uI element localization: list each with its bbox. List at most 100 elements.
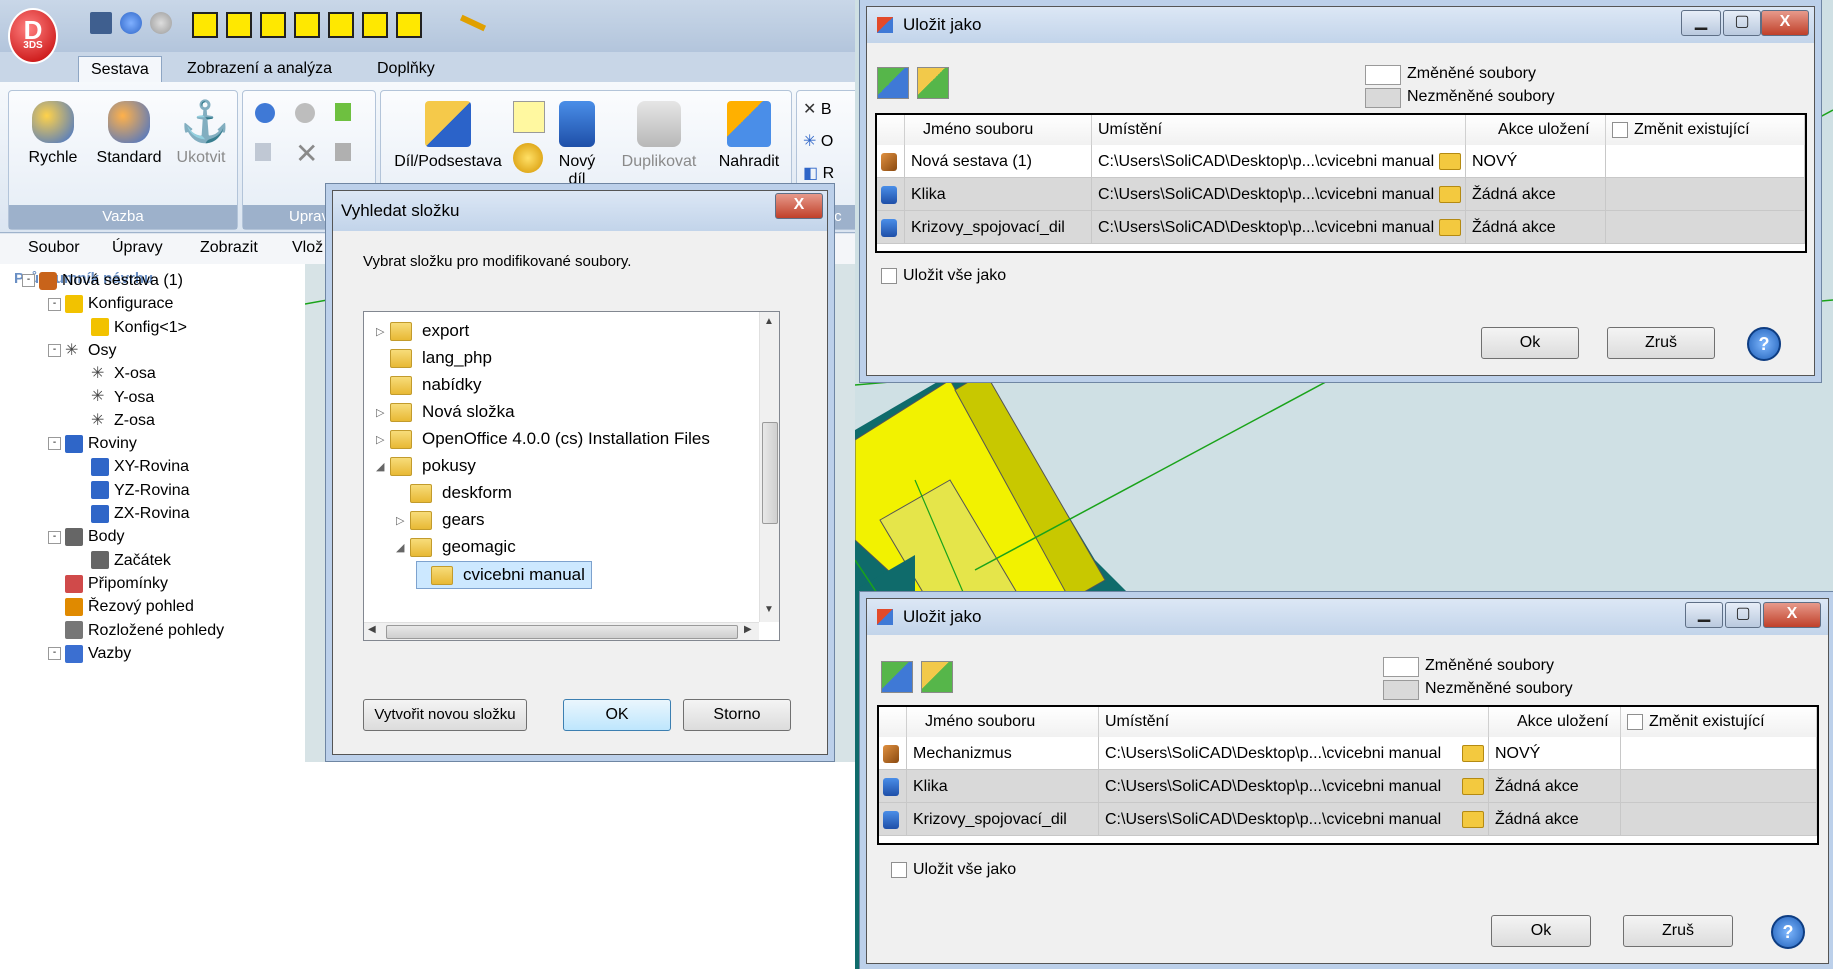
tree-item[interactable]: - Body <box>48 526 124 548</box>
view-cube-icon[interactable] <box>396 12 422 38</box>
measure-icon[interactable] <box>459 14 487 32</box>
column-header-action[interactable]: Akce uložení <box>1489 707 1621 737</box>
menu-soubor[interactable]: Soubor <box>28 239 80 257</box>
app-logo[interactable]: D 3DS <box>8 8 58 64</box>
tree-item[interactable]: ✳ X-osa <box>74 363 156 385</box>
maximize-button[interactable]: ▢ <box>1725 602 1761 628</box>
minimize-button[interactable]: ▁ <box>1685 602 1723 628</box>
file-name-cell[interactable]: Krizovy_spojovací_dil <box>907 803 1099 836</box>
scroll-right-icon[interactable]: ▶ <box>744 624 752 635</box>
ok-button[interactable]: Ok <box>1491 915 1591 947</box>
gear-icon[interactable] <box>513 143 543 173</box>
ribbon-fragment[interactable]: ✕ B <box>803 99 832 119</box>
collapse-toggle-icon[interactable]: - <box>48 647 61 661</box>
folder-item[interactable]: nabídky <box>376 372 482 398</box>
view-cube-icon[interactable] <box>294 12 320 38</box>
collapse-toggle-icon[interactable]: - <box>48 437 61 451</box>
folder-item[interactable]: ▷ export <box>376 318 469 344</box>
replace-button[interactable]: Nahradit <box>711 101 787 171</box>
save-action-cell[interactable]: Žádná akce <box>1489 770 1621 803</box>
expand-arrow-icon[interactable]: ◢ <box>376 454 390 480</box>
ribbon-fragment[interactable]: ◧ R <box>803 163 834 183</box>
tree-item[interactable]: - Roviny <box>48 433 137 455</box>
scroll-up-icon[interactable]: ▲ <box>764 316 774 327</box>
save-all-checkbox[interactable] <box>891 861 907 878</box>
collapse-icon[interactable] <box>921 661 953 693</box>
save-icon[interactable] <box>90 12 112 34</box>
save-action-cell[interactable]: NOVÝ <box>1466 145 1606 178</box>
table-row[interactable]: Krizovy_spojovací_dil C:\Users\SoliCAD\De… <box>877 211 1805 244</box>
table-row[interactable]: Mechanizmus C:\Users\SoliCAD\Desktop\p...… <box>879 737 1817 770</box>
tree-item[interactable]: - Vazby <box>48 643 131 665</box>
folder-item[interactable]: ▷ OpenOffice 4.0.0 (cs) Installation File… <box>376 426 710 452</box>
location-cell[interactable]: C:\Users\SoliCAD\Desktop\p...\cvicebni m… <box>1092 178 1466 211</box>
expand-arrow-icon[interactable]: ▷ <box>396 508 410 534</box>
file-name-cell[interactable]: Klika <box>905 178 1092 211</box>
column-header-location[interactable]: Umístění <box>1092 115 1466 145</box>
ok-button[interactable]: OK <box>563 699 671 731</box>
folder-item[interactable]: ◢ pokusy <box>376 453 476 479</box>
collapse-toggle-icon[interactable]: - <box>22 274 35 288</box>
vertical-scrollbar[interactable]: ▲ ▼ <box>759 312 779 622</box>
collapse-icon[interactable] <box>917 67 949 99</box>
location-cell[interactable]: C:\Users\SoliCAD\Desktop\p...\cvicebni m… <box>1099 803 1489 836</box>
tree-item[interactable]: Začátek <box>74 550 171 572</box>
save-action-cell[interactable]: Žádná akce <box>1489 803 1621 836</box>
collapse-toggle-icon[interactable]: - <box>48 297 61 311</box>
ribbon-fragment[interactable]: ✳ O <box>803 131 833 151</box>
tree-item[interactable]: Připomínky <box>48 573 168 595</box>
folder-item[interactable]: ▷ Nová složka <box>376 399 515 425</box>
location-cell[interactable]: C:\Users\SoliCAD\Desktop\p...\cvicebni m… <box>1099 737 1489 770</box>
new-part-button[interactable]: Nový díl <box>549 101 605 189</box>
tab-sestava[interactable]: Sestava <box>78 56 162 83</box>
table-row[interactable]: Klika C:\Users\SoliCAD\Desktop\p...\cvice… <box>877 178 1805 211</box>
column-header-name[interactable]: Jméno souboru <box>907 707 1099 737</box>
save-action-cell[interactable]: NOVÝ <box>1489 737 1621 770</box>
standard-constraint-button[interactable]: Standard <box>89 101 169 167</box>
scroll-down-icon[interactable]: ▼ <box>764 604 774 615</box>
tree-item[interactable]: YZ-Rovina <box>74 480 190 502</box>
new-folder-button[interactable]: Vytvořit novou složku <box>363 699 527 731</box>
expand-arrow-icon[interactable]: ▷ <box>376 319 390 345</box>
scroll-left-icon[interactable]: ◀ <box>368 624 376 635</box>
column-header-action[interactable]: Akce uložení <box>1466 115 1606 145</box>
collapse-toggle-icon[interactable]: - <box>48 344 61 358</box>
expand-arrow-icon[interactable]: ◢ <box>396 535 410 561</box>
save-all-checkbox[interactable] <box>881 267 897 284</box>
location-cell[interactable]: C:\Users\SoliCAD\Desktop\p...\cvicebni m… <box>1092 145 1466 178</box>
view-cube-icon[interactable] <box>226 12 252 38</box>
minimize-button[interactable]: ▁ <box>1681 10 1721 36</box>
browse-folder-icon[interactable] <box>1462 778 1484 795</box>
tree-item[interactable]: Rozložené pohledy <box>48 620 224 642</box>
tree-item[interactable]: XY-Rovina <box>74 456 189 478</box>
browse-folder-icon[interactable] <box>1462 811 1484 828</box>
tree-item[interactable]: - Nová sestava (1) <box>22 270 183 292</box>
column-header-name[interactable]: Jméno souboru <box>905 115 1092 145</box>
cancel-button[interactable]: Zruš <box>1623 915 1733 947</box>
column-header-overwrite[interactable]: Změnit existující <box>1621 707 1817 737</box>
file-name-cell[interactable]: Mechanizmus <box>907 737 1099 770</box>
location-cell[interactable]: C:\Users\SoliCAD\Desktop\p...\cvicebni m… <box>1092 211 1466 244</box>
column-header-overwrite[interactable]: Změnit existující <box>1606 115 1805 145</box>
save-action-cell[interactable]: Žádná akce <box>1466 178 1606 211</box>
tree-item[interactable]: Řezový pohled <box>48 596 194 618</box>
close-button[interactable]: X <box>775 193 823 219</box>
delete-icon[interactable]: ✕ <box>295 137 318 170</box>
expand-arrow-icon[interactable]: ▷ <box>376 427 390 453</box>
cancel-button[interactable]: Zruš <box>1607 327 1715 359</box>
save-action-cell[interactable]: Žádná akce <box>1466 211 1606 244</box>
menu-upravy[interactable]: Úpravy <box>112 239 163 257</box>
expand-arrow-icon[interactable]: ▷ <box>376 400 390 426</box>
table-row[interactable]: Nová sestava (1) C:\Users\SoliCAD\Desktop… <box>877 145 1805 178</box>
save-all-option[interactable]: Uložit vše jako <box>891 861 1016 879</box>
edit-icon[interactable] <box>255 143 271 161</box>
menu-zobrazit[interactable]: Zobrazit <box>200 239 258 257</box>
save-all-option[interactable]: Uložit vše jako <box>881 267 1006 285</box>
redo-icon[interactable] <box>150 12 172 34</box>
browse-folder-icon[interactable] <box>1439 153 1461 170</box>
edit-icon[interactable] <box>295 103 315 123</box>
browse-folder-icon[interactable] <box>1462 745 1484 762</box>
anchor-button[interactable]: ⚓ Ukotvit <box>169 101 233 167</box>
file-name-cell[interactable]: Nová sestava (1) <box>905 145 1092 178</box>
part-subassembly-button[interactable]: Díl/Podsestava <box>387 101 509 171</box>
